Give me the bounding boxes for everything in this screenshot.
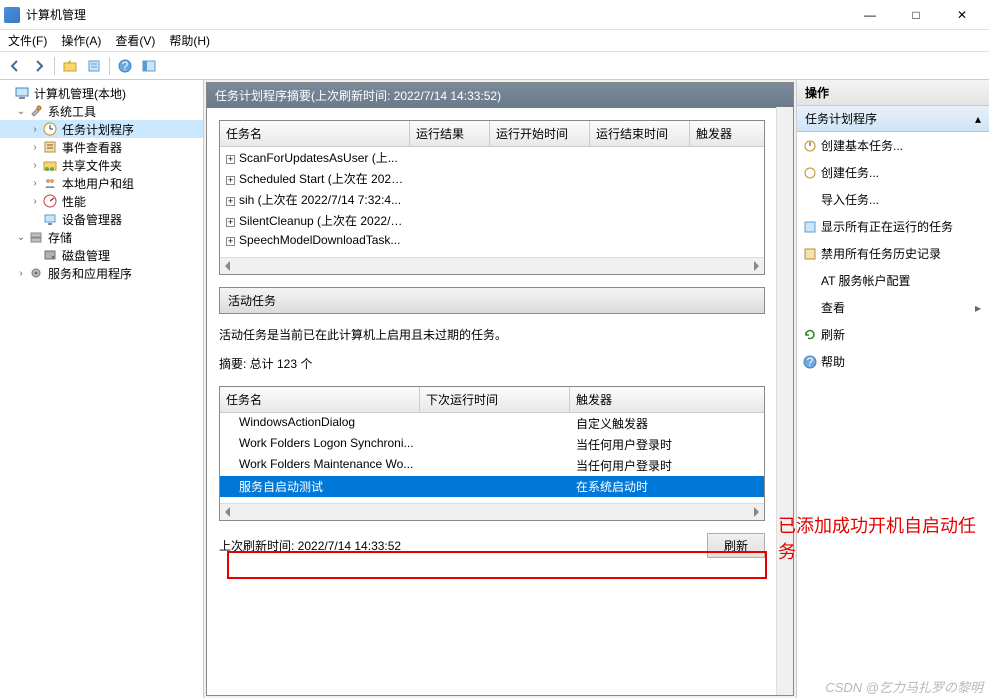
navigation-panel: 计算机管理(本地) ⌄ 系统工具 › 任务计划程序 › xyxy=(0,80,204,698)
pane-toggle-button[interactable] xyxy=(138,55,160,77)
account-icon xyxy=(803,274,817,288)
vertical-scrollbar[interactable] xyxy=(776,107,793,695)
storage-icon xyxy=(28,229,44,245)
main-content: 计算机管理(本地) ⌄ 系统工具 › 任务计划程序 › xyxy=(0,80,989,698)
chevron-right-icon: ▸ xyxy=(975,301,981,315)
table-row[interactable]: Work Folders Maintenance Wo...当任何用户登录时 xyxy=(220,455,764,476)
task-status-table: 任务名 运行结果 运行开始时间 运行结束时间 触发器 +ScanForUpdat… xyxy=(219,120,765,275)
action-disable-history[interactable]: 禁用所有任务历史记录 xyxy=(797,240,989,267)
clock-icon xyxy=(42,121,58,137)
tree-shared-folders[interactable]: › 共享文件夹 xyxy=(0,156,203,174)
close-button[interactable]: ✕ xyxy=(939,0,985,30)
action-view[interactable]: 查看 ▸ xyxy=(797,294,989,321)
running-icon xyxy=(803,220,817,234)
action-at-service[interactable]: AT 服务帐户配置 xyxy=(797,267,989,294)
actions-panel: 操作 任务计划程序 ▴ 创建基本任务... 创建任务... 导入任务... 显示… xyxy=(797,80,989,698)
help-icon: ? xyxy=(803,355,817,369)
table-row[interactable]: +Scheduled Start (上次在 2022... xyxy=(220,168,764,189)
minimize-button[interactable]: — xyxy=(847,0,893,30)
computer-icon xyxy=(14,85,30,101)
col-active-name[interactable]: 任务名 xyxy=(220,387,420,412)
title-bar: 计算机管理 — □ ✕ xyxy=(0,0,989,30)
table-row[interactable]: 服务自启动测试在系统启动时 xyxy=(220,476,764,497)
col-task-name[interactable]: 任务名 xyxy=(220,121,410,146)
watermark: CSDN @乞力马扎罗の黎明 xyxy=(825,677,983,696)
table-row[interactable]: +sih (上次在 2022/7/14 7:32:4... xyxy=(220,189,764,210)
table-row[interactable]: Work Folders Logon Synchroni...当任何用户登录时 xyxy=(220,434,764,455)
table-row[interactable]: +SilentCleanup (上次在 2022/7... xyxy=(220,210,764,231)
window-controls: — □ ✕ xyxy=(847,0,985,30)
col-active-trigger[interactable]: 触发器 xyxy=(570,387,764,412)
action-create-task[interactable]: 创建任务... xyxy=(797,159,989,186)
event-icon xyxy=(42,139,58,155)
tree-storage[interactable]: ⌄ 存储 xyxy=(0,228,203,246)
summary-header: 任务计划程序摘要(上次刷新时间: 2022/7/14 14:33:52) xyxy=(207,83,793,108)
shared-folder-icon xyxy=(42,157,58,173)
center-panel: 任务计划程序摘要(上次刷新时间: 2022/7/14 14:33:52) 任务名… xyxy=(204,80,797,698)
table-row[interactable]: WindowsActionDialog自定义触发器 xyxy=(220,413,764,434)
users-icon xyxy=(42,175,58,191)
tools-icon xyxy=(28,103,44,119)
menu-view[interactable]: 查看(V) xyxy=(115,32,155,49)
svg-text:?: ? xyxy=(122,59,129,73)
actions-subheader[interactable]: 任务计划程序 ▴ xyxy=(797,106,989,132)
collapse-icon: ▴ xyxy=(975,112,981,126)
refresh-button[interactable]: 刷新 xyxy=(707,533,765,558)
toolbar: ? xyxy=(0,52,989,80)
view-icon xyxy=(803,301,817,315)
tree-disk-mgmt[interactable]: 磁盘管理 xyxy=(0,246,203,264)
action-create-basic-task[interactable]: 创建基本任务... xyxy=(797,132,989,159)
menu-file[interactable]: 文件(F) xyxy=(8,32,47,49)
help-button[interactable]: ? xyxy=(114,55,136,77)
refresh-icon xyxy=(803,328,817,342)
action-show-running[interactable]: 显示所有正在运行的任务 xyxy=(797,213,989,240)
actions-header: 操作 xyxy=(797,80,989,106)
menu-bar: 文件(F) 操作(A) 查看(V) 帮助(H) xyxy=(0,30,989,52)
tree-local-users[interactable]: › 本地用户和组 xyxy=(0,174,203,192)
app-icon xyxy=(4,7,20,23)
action-import-task[interactable]: 导入任务... xyxy=(797,186,989,213)
col-result[interactable]: 运行结果 xyxy=(410,121,490,146)
import-icon xyxy=(803,193,817,207)
table-row[interactable]: +SpeechModelDownloadTask... xyxy=(220,231,764,249)
history-icon xyxy=(803,247,817,261)
navigation-tree: 计算机管理(本地) ⌄ 系统工具 › 任务计划程序 › xyxy=(0,84,203,282)
back-button[interactable] xyxy=(4,55,26,77)
active-tasks-table: 任务名 下次运行时间 触发器 WindowsActionDialog自定义触发器… xyxy=(219,386,765,521)
up-folder-button[interactable] xyxy=(59,55,81,77)
device-icon xyxy=(42,211,58,227)
performance-icon xyxy=(42,193,58,209)
col-start[interactable]: 运行开始时间 xyxy=(490,121,590,146)
tree-task-scheduler[interactable]: › 任务计划程序 xyxy=(0,120,203,138)
menu-help[interactable]: 帮助(H) xyxy=(169,32,210,49)
horizontal-scrollbar[interactable] xyxy=(220,257,764,274)
disk-icon xyxy=(42,247,58,263)
services-icon xyxy=(28,265,44,281)
active-tasks-header[interactable]: 活动任务 xyxy=(219,287,765,314)
tree-event-viewer[interactable]: › 事件查看器 xyxy=(0,138,203,156)
col-end[interactable]: 运行结束时间 xyxy=(590,121,690,146)
last-refresh-label: 上次刷新时间: 2022/7/14 14:33:52 xyxy=(219,537,401,554)
properties-button[interactable] xyxy=(83,55,105,77)
active-tasks-summary: 摘要: 总计 123 个 xyxy=(219,355,765,372)
tree-device-manager[interactable]: 设备管理器 xyxy=(0,210,203,228)
action-help[interactable]: ? 帮助 xyxy=(797,348,989,375)
forward-button[interactable] xyxy=(28,55,50,77)
tree-performance[interactable]: › 性能 xyxy=(0,192,203,210)
menu-action[interactable]: 操作(A) xyxy=(61,32,101,49)
col-active-next[interactable]: 下次运行时间 xyxy=(420,387,570,412)
task-basic-icon xyxy=(803,139,817,153)
svg-text:?: ? xyxy=(807,355,814,369)
tree-services-apps[interactable]: › 服务和应用程序 xyxy=(0,264,203,282)
tree-system-tools[interactable]: ⌄ 系统工具 xyxy=(0,102,203,120)
action-refresh[interactable]: 刷新 xyxy=(797,321,989,348)
active-tasks-description: 活动任务是当前已在此计算机上启用且未过期的任务。 xyxy=(219,326,765,343)
task-icon xyxy=(803,166,817,180)
table-row[interactable]: +ScanForUpdatesAsUser (上... xyxy=(220,147,764,168)
window-title: 计算机管理 xyxy=(26,6,847,23)
tree-root[interactable]: 计算机管理(本地) xyxy=(0,84,203,102)
maximize-button[interactable]: □ xyxy=(893,0,939,30)
col-trigger[interactable]: 触发器 xyxy=(690,121,764,146)
horizontal-scrollbar-2[interactable] xyxy=(220,503,764,520)
